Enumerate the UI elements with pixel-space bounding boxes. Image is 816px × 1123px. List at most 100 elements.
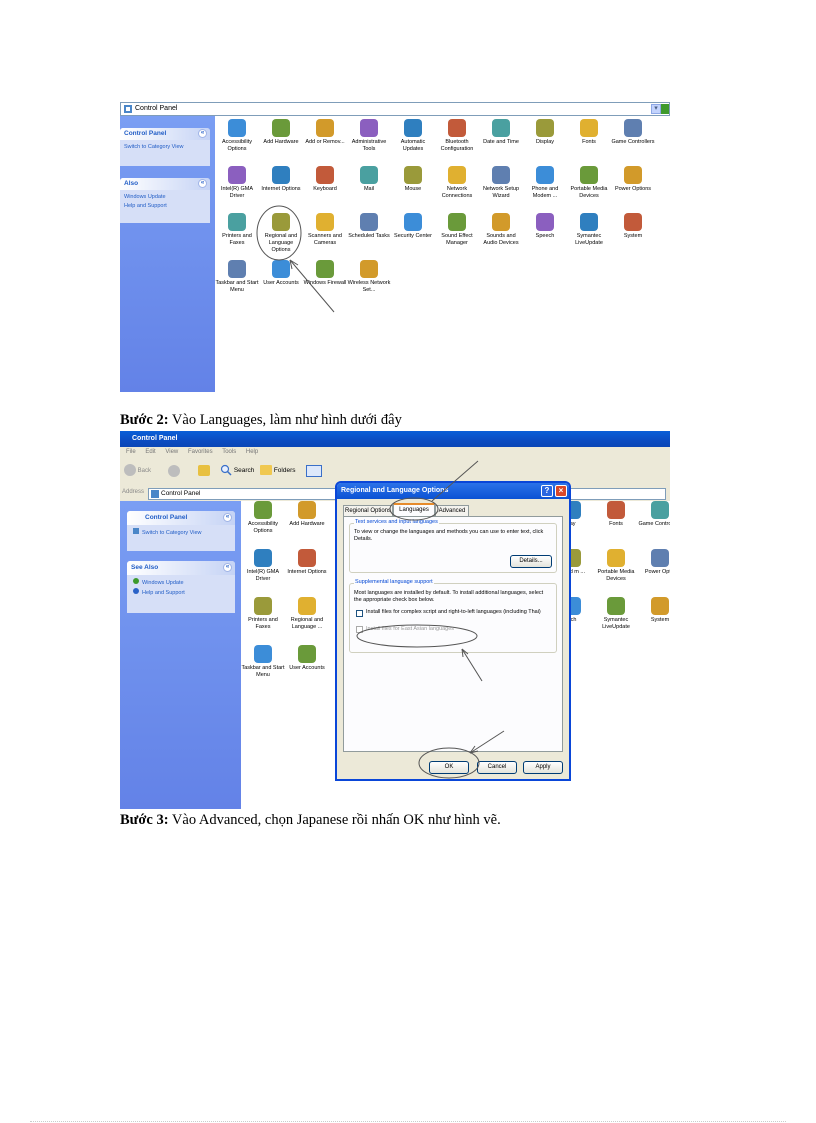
collapse-icon[interactable]: « — [223, 563, 232, 572]
cp-item-taskbar-and-start-menu[interactable]: Taskbar and Start Menu — [241, 645, 285, 679]
cp-item-network-connections[interactable]: Network Connections — [435, 166, 479, 200]
cp-item-portable-media-devices[interactable]: Portable Media Devices — [594, 549, 638, 583]
tab-regional-options[interactable]: Regional Options — [343, 505, 393, 516]
cp-item-game-controllers[interactable]: Game Controllers — [638, 501, 670, 528]
also-title: Also — [124, 180, 139, 187]
cp-item-internet-options[interactable]: Internet Options — [285, 549, 329, 576]
menu-file[interactable]: File — [126, 449, 136, 455]
help-button[interactable]: ? — [541, 485, 553, 497]
collapse-icon[interactable]: « — [198, 129, 207, 138]
cp-item-sound-effect-manager[interactable]: Sound Effect Manager — [435, 213, 479, 247]
cp-item-add-hardware[interactable]: Add Hardware — [259, 119, 303, 146]
cp-item-symantec-liveupdate[interactable]: Symantec LiveUpdate — [594, 597, 638, 631]
cp-item-game-controllers[interactable]: Game Controllers — [611, 119, 655, 146]
search-button[interactable]: Search — [220, 464, 254, 478]
cp-item-regional-and-language-options[interactable]: Regional and Language Options — [259, 213, 303, 254]
cp-item-scanners-and-cameras[interactable]: Scanners and Cameras — [303, 213, 347, 247]
cp-item-automatic-updates[interactable]: Automatic Updates — [391, 119, 435, 153]
wireless-network-set-icon — [360, 260, 378, 278]
cp-item-user-accounts[interactable]: User Accounts — [259, 260, 303, 287]
cp-item-scheduled-tasks[interactable]: Scheduled Tasks — [347, 213, 391, 240]
cp-item-user-accounts[interactable]: User Accounts — [285, 645, 329, 672]
collapse-icon[interactable]: « — [223, 513, 232, 522]
east-asian-checkbox[interactable] — [356, 626, 363, 633]
details-button[interactable]: Details... — [510, 555, 552, 568]
cp-item-intel-r-gma-driver[interactable]: Intel(R) GMA Driver — [215, 166, 259, 200]
windows-update-link[interactable]: Windows Update — [142, 580, 184, 586]
cp-item-portable-media-devices[interactable]: Portable Media Devices — [567, 166, 611, 200]
help-support-link[interactable]: Help and Support — [142, 590, 185, 596]
cp-item-accessibility-options[interactable]: Accessibility Options — [215, 119, 259, 153]
ok-button[interactable]: OK — [429, 761, 469, 774]
cp-item-speech[interactable]: Speech — [523, 213, 567, 240]
cp-item-system[interactable]: System — [611, 213, 655, 240]
windows-update-icon — [133, 578, 139, 584]
cp-item-add-or-remov[interactable]: Add or Remov... — [303, 119, 347, 146]
menu-help[interactable]: Help — [246, 449, 258, 455]
cp-item-windows-firewall[interactable]: Windows Firewall — [303, 260, 347, 287]
go-arrow-icon[interactable] — [661, 104, 669, 114]
control-panel-box: Control Panel « Switch to Category View — [127, 511, 235, 551]
cp-item-date-and-time[interactable]: Date and Time — [479, 119, 523, 146]
cp-item-label: Administrative Tools — [351, 139, 387, 152]
cp-item-bluetooth-configuration[interactable]: Bluetooth Configuration — [435, 119, 479, 153]
cp-item-internet-options[interactable]: Internet Options — [259, 166, 303, 193]
switch-view-link[interactable]: Switch to Category View — [142, 530, 202, 536]
cp-item-printers-and-faxes[interactable]: Printers and Faxes — [241, 597, 285, 631]
complex-script-checkbox[interactable] — [356, 610, 363, 617]
tab-advanced[interactable]: Advanced — [435, 505, 469, 516]
cp-item-fonts[interactable]: Fonts — [567, 119, 611, 146]
apply-button[interactable]: Apply — [523, 761, 563, 774]
windows-update-link[interactable]: Windows Update — [124, 193, 206, 202]
cp-item-accessibility-options[interactable]: Accessibility Options — [241, 501, 285, 535]
cp-item-add-hardware[interactable]: Add Hardware — [285, 501, 329, 528]
menu-edit[interactable]: Edit — [145, 449, 155, 455]
cp-item-label: Scanners and Cameras — [308, 233, 342, 246]
cp-item-label: Symantec LiveUpdate — [602, 617, 630, 630]
cp-item-keyboard[interactable]: Keyboard — [303, 166, 347, 193]
sound-effect-manager-icon — [448, 213, 466, 231]
cp-item-regional-and-language[interactable]: Regional and Language ... — [285, 597, 329, 631]
cp-item-printers-and-faxes[interactable]: Printers and Faxes — [215, 213, 259, 247]
menu-favorites[interactable]: Favorites — [188, 449, 213, 455]
cp-item-administrative-tools[interactable]: Administrative Tools — [347, 119, 391, 153]
cp-item-label: Network Setup Wizard — [482, 186, 520, 199]
tab-languages[interactable]: Languages — [393, 503, 435, 516]
cp-item-security-center[interactable]: Security Center — [391, 213, 435, 240]
cp-item-label: Internet Options — [287, 569, 327, 575]
cp-item-network-setup-wizard[interactable]: Network Setup Wizard — [479, 166, 523, 200]
panel-title: Control Panel — [145, 514, 188, 521]
switch-view-link[interactable]: Switch to Category View — [124, 144, 184, 150]
help-support-link[interactable]: Help and Support — [124, 202, 206, 211]
cp-item-mail[interactable]: Mail — [347, 166, 391, 193]
folders-button[interactable]: Folders — [260, 464, 296, 478]
cp-item-label: Taskbar and Start Menu — [215, 280, 259, 293]
cp-item-symantec-liveupdate[interactable]: Symantec LiveUpdate — [567, 213, 611, 247]
views-icon[interactable] — [306, 465, 322, 477]
game-controllers-icon — [651, 501, 669, 519]
cp-item-phone-and-modem[interactable]: Phone and Modem ... — [523, 166, 567, 200]
address-bar[interactable]: Control Panel ▾ — [120, 102, 670, 116]
close-button[interactable]: × — [555, 485, 567, 497]
chevron-down-icon[interactable]: ▾ — [651, 104, 661, 114]
back-button[interactable]: Back — [124, 464, 152, 478]
collapse-icon[interactable]: « — [198, 179, 207, 188]
cp-item-display[interactable]: Display — [523, 119, 567, 146]
cp-item-intel-r-gma-driver[interactable]: Intel(R) GMA Driver — [241, 549, 285, 583]
menu-view[interactable]: View — [165, 449, 178, 455]
cp-item-label: Speech — [535, 233, 555, 239]
menu-tools[interactable]: Tools — [222, 449, 236, 455]
cp-item-sounds-and-audio-devices[interactable]: Sounds and Audio Devices — [479, 213, 523, 247]
cp-item-power-options[interactable]: Power Options — [611, 166, 655, 193]
cp-item-system[interactable]: System — [638, 597, 670, 624]
cp-item-mouse[interactable]: Mouse — [391, 166, 435, 193]
cp-item-wireless-network-set[interactable]: Wireless Network Set... — [347, 260, 391, 294]
cp-item-power-optio[interactable]: Power Optio — [638, 549, 670, 576]
cancel-button[interactable]: Cancel — [477, 761, 517, 774]
forward-arrow-icon[interactable] — [168, 465, 180, 477]
cp-item-label: Printers and Faxes — [222, 233, 252, 246]
up-folder-icon[interactable] — [198, 465, 210, 476]
cp-item-label: User Accounts — [263, 280, 299, 286]
cp-item-taskbar-and-start-menu[interactable]: Taskbar and Start Menu — [215, 260, 259, 294]
cp-item-fonts[interactable]: Fonts — [594, 501, 638, 528]
